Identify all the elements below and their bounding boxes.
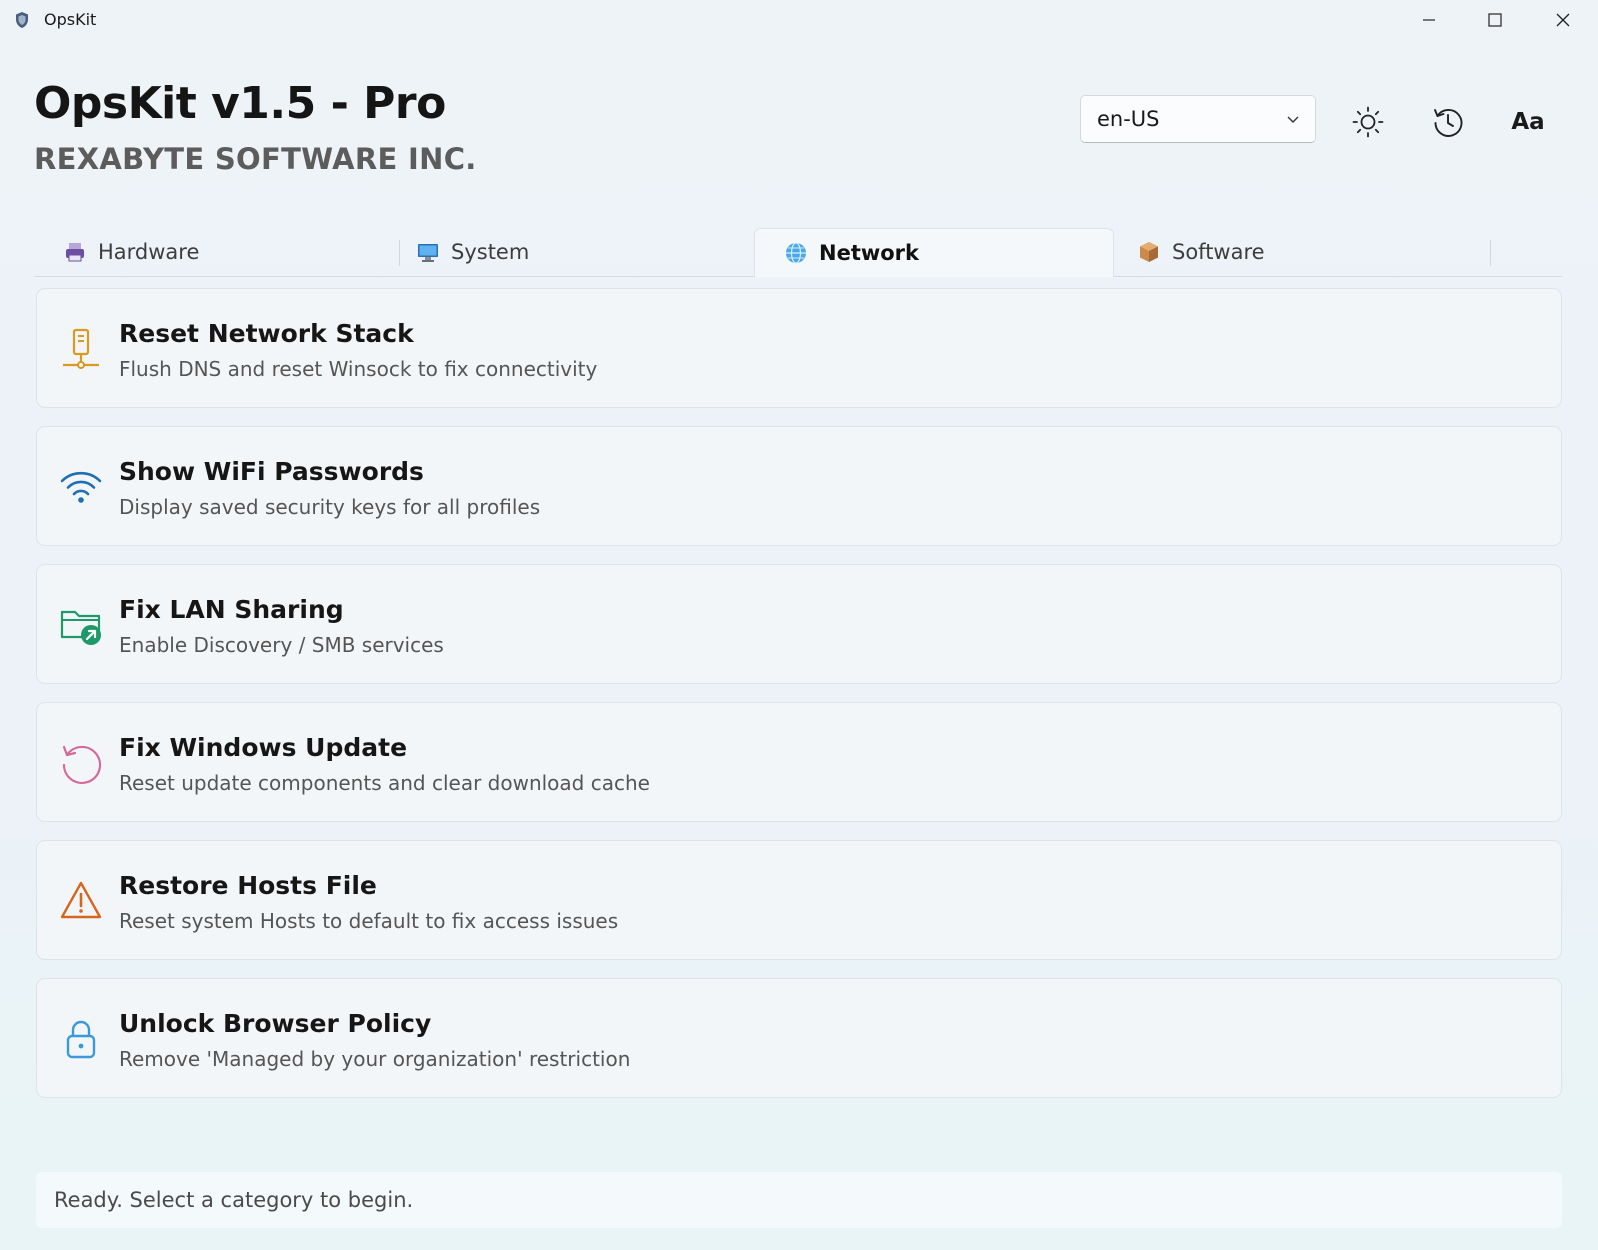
close-icon: [1556, 13, 1570, 27]
tab-divider: [1490, 240, 1491, 266]
card-fix-windows-update[interactable]: Fix Windows Update Reset update componen…: [36, 702, 1562, 822]
status-text: Ready. Select a category to begin.: [54, 1188, 414, 1212]
font-size-button[interactable]: Aa: [1506, 100, 1550, 144]
card-description: Reset system Hosts to default to fix acc…: [119, 909, 619, 933]
tab-system[interactable]: System: [387, 228, 747, 275]
monitor-icon: [417, 241, 439, 263]
tab-label: Network: [819, 241, 920, 265]
close-button[interactable]: [1528, 0, 1598, 40]
card-reset-network-stack[interactable]: Reset Network Stack Flush DNS and reset …: [36, 288, 1562, 408]
card-description: Reset update components and clear downlo…: [119, 771, 650, 795]
language-value: en-US: [1097, 107, 1160, 131]
tab-hardware[interactable]: Hardware: [34, 228, 394, 275]
folder-share-icon: [59, 603, 103, 647]
maximize-button[interactable]: [1460, 0, 1530, 40]
card-fix-lan-sharing[interactable]: Fix LAN Sharing Enable Discovery / SMB s…: [36, 564, 1562, 684]
card-restore-hosts-file[interactable]: Restore Hosts File Reset system Hosts to…: [36, 840, 1562, 960]
status-bar: Ready. Select a category to begin.: [36, 1172, 1562, 1228]
globe-icon: [785, 242, 807, 264]
card-title: Reset Network Stack: [119, 319, 414, 348]
app-shield-icon: [14, 11, 30, 29]
sun-icon: [1352, 106, 1384, 138]
card-title: Show WiFi Passwords: [119, 457, 424, 486]
language-select[interactable]: en-US: [1080, 95, 1316, 143]
card-description: Flush DNS and reset Winsock to fix conne…: [119, 357, 598, 381]
page-title: OpsKit v1.5 - Pro: [34, 78, 446, 129]
maximize-icon: [1488, 13, 1502, 27]
card-description: Display saved security keys for all prof…: [119, 495, 541, 519]
font-size-label: Aa: [1511, 109, 1545, 135]
history-icon: [1434, 109, 1463, 137]
card-title: Unlock Browser Policy: [119, 1009, 432, 1038]
card-title: Fix Windows Update: [119, 733, 408, 762]
tab-label: Software: [1172, 239, 1265, 264]
card-title: Fix LAN Sharing: [119, 595, 344, 624]
wifi-icon: [59, 465, 103, 509]
chevron-down-icon: [1285, 111, 1301, 131]
card-unlock-browser-policy[interactable]: Unlock Browser Policy Remove 'Managed by…: [36, 978, 1562, 1098]
printer-icon: [64, 241, 86, 263]
title-bar: OpsKit: [0, 0, 1598, 40]
minimize-icon: [1423, 19, 1435, 21]
card-show-wifi-passwords[interactable]: Show WiFi Passwords Display saved securi…: [36, 426, 1562, 546]
card-description: Remove 'Managed by your organization' re…: [119, 1047, 631, 1071]
network-server-icon: [59, 327, 103, 371]
history-button[interactable]: [1426, 100, 1470, 144]
tab-label: System: [451, 239, 530, 264]
tab-label: Hardware: [98, 239, 200, 264]
lock-icon: [59, 1017, 103, 1061]
tab-network[interactable]: Network: [754, 228, 1114, 277]
minimize-button[interactable]: [1394, 0, 1464, 40]
warning-icon: [59, 879, 103, 923]
package-icon: [1138, 241, 1160, 263]
company-name: REXABYTE SOFTWARE INC.: [34, 142, 477, 176]
card-description: Enable Discovery / SMB services: [119, 633, 444, 657]
category-tabs: Hardware System Network Software: [34, 228, 1562, 277]
theme-toggle-button[interactable]: [1346, 100, 1390, 144]
card-title: Restore Hosts File: [119, 871, 377, 900]
refresh-icon: [59, 741, 103, 785]
tab-software[interactable]: Software: [1108, 228, 1468, 275]
window-title: OpsKit: [44, 10, 97, 29]
